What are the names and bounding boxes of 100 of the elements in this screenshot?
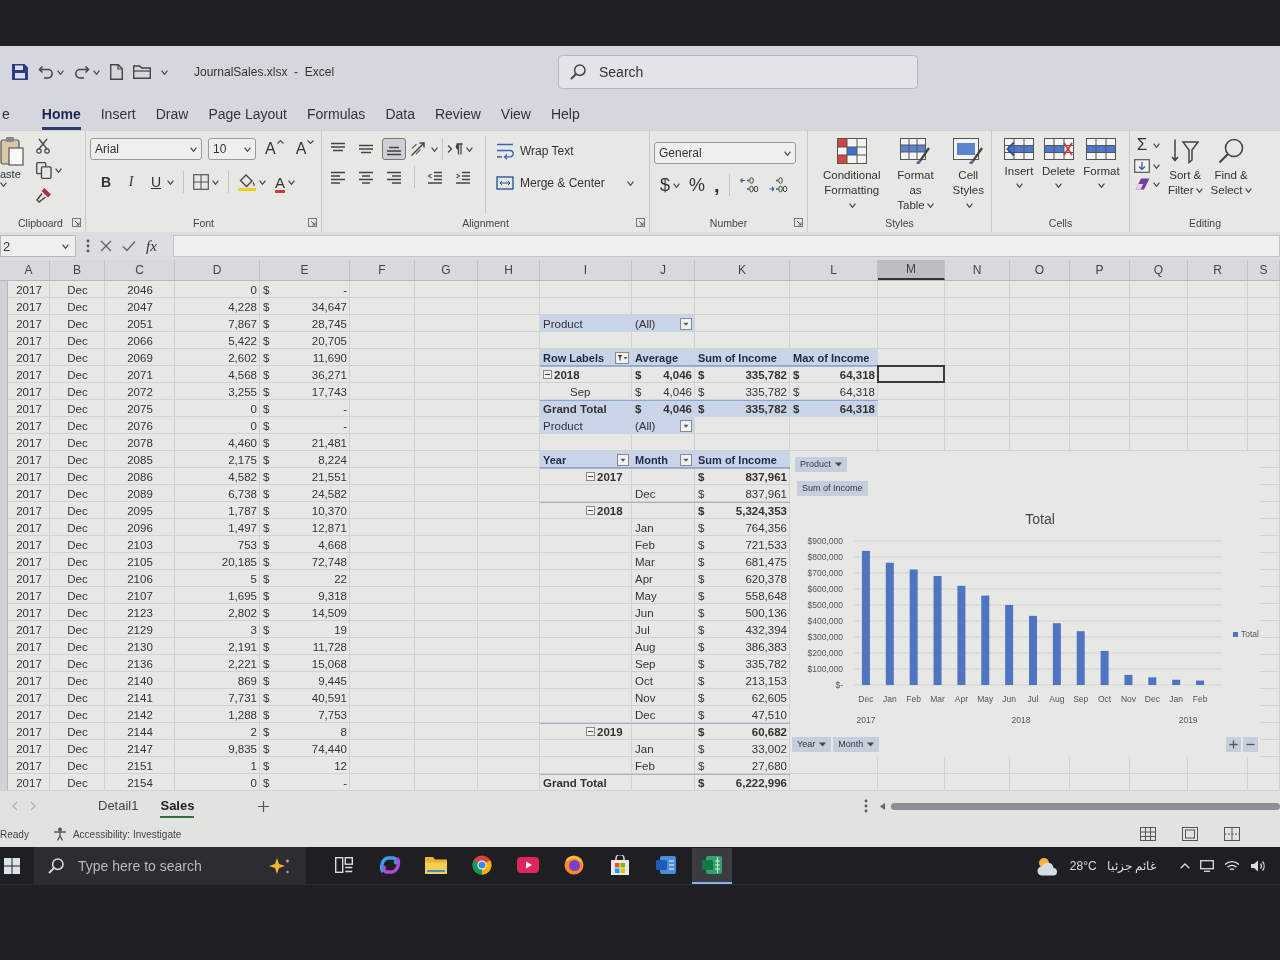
caret-icon[interactable] <box>190 146 197 152</box>
column-header[interactable]: G <box>415 260 478 280</box>
sheet-tab[interactable]: Detail1 <box>98 794 139 818</box>
orientation-icon[interactable] <box>410 141 428 157</box>
format-cells-icon[interactable] <box>1086 138 1117 160</box>
column-header[interactable]: B <box>50 260 105 280</box>
bottom-align-icon[interactable] <box>382 138 406 160</box>
round-logo-icon[interactable] <box>472 854 492 875</box>
axis-field-button[interactable]: Year <box>792 737 832 752</box>
more-icon[interactable] <box>86 239 90 253</box>
filter-field-button[interactable]: Product <box>795 457 848 472</box>
cell-styles-button[interactable]: Cell Styles <box>949 136 987 213</box>
document-icon[interactable] <box>110 64 123 80</box>
font-name-field[interactable]: Arial <box>90 138 202 160</box>
selected-cell[interactable] <box>877 365 945 383</box>
collapse-icon[interactable] <box>586 506 595 515</box>
caret-icon[interactable] <box>1097 183 1105 188</box>
taskbar-button[interactable] <box>692 847 732 884</box>
caret-icon[interactable] <box>57 69 64 75</box>
caret-icon[interactable] <box>161 69 168 75</box>
increase-indent-icon[interactable] <box>455 170 471 184</box>
shopping-bag-icon[interactable] <box>610 854 630 875</box>
format-button[interactable]: Format <box>1083 136 1120 188</box>
insert-function-button[interactable]: fx <box>146 237 157 255</box>
caret-icon[interactable] <box>1153 163 1160 169</box>
underline-button[interactable]: U <box>148 174 164 190</box>
align-left-icon[interactable] <box>330 170 346 184</box>
copy-icon[interactable] <box>36 162 52 179</box>
chevron-down-icon[interactable] <box>307 140 315 144</box>
increase-decimal-icon[interactable] <box>738 177 759 193</box>
currency-button[interactable]: $ <box>660 174 670 196</box>
dialog-launcher-icon[interactable] <box>794 218 803 227</box>
ribbon-tab[interactable]: Draw <box>155 100 189 130</box>
caret-icon[interactable] <box>93 69 100 75</box>
table-brush-icon[interactable] <box>900 138 931 164</box>
caret-icon[interactable] <box>1244 188 1252 194</box>
collapse-icon[interactable] <box>543 370 552 379</box>
column-header[interactable]: E <box>260 260 350 280</box>
more-icon[interactable] <box>864 799 868 813</box>
autosum-button[interactable]: Σ <box>1134 136 1150 154</box>
column-header[interactable]: J <box>632 260 695 280</box>
swirl-icon[interactable] <box>379 854 401 875</box>
column-header[interactable]: Q <box>1130 260 1188 280</box>
formula-field[interactable] <box>172 235 1280 257</box>
cloud-sun-icon[interactable] <box>1035 855 1060 876</box>
delete-cells-icon[interactable] <box>1043 138 1074 160</box>
play-icon[interactable] <box>517 856 539 873</box>
paintbrush-icon[interactable] <box>36 187 52 203</box>
search-icon[interactable] <box>48 857 64 874</box>
taskbar-search-field[interactable]: Type here to search <box>34 846 306 885</box>
dropdown-icon[interactable] <box>680 317 692 330</box>
caret-icon[interactable] <box>431 146 438 152</box>
merge-center-button[interactable]: Merge & Center <box>496 172 634 194</box>
funnel-icon[interactable] <box>1171 138 1200 164</box>
document-tile-icon[interactable] <box>656 854 676 875</box>
search-icon[interactable] <box>570 64 586 80</box>
format-as-table-button[interactable]: Format as Table <box>891 136 940 213</box>
folder-icon[interactable] <box>425 855 447 874</box>
caret-icon[interactable] <box>167 179 174 185</box>
align-right-icon[interactable] <box>386 170 402 184</box>
collapse-icon[interactable] <box>586 727 595 736</box>
search-icon[interactable] <box>1218 138 1245 164</box>
column-header[interactable]: N <box>945 260 1010 280</box>
decrease-decimal-icon[interactable] <box>767 177 788 193</box>
insert-button[interactable]: Insert <box>1004 136 1034 188</box>
dropdown-arrow-icon[interactable] <box>819 742 827 747</box>
plus-icon[interactable] <box>258 800 270 812</box>
ribbon-tab[interactable]: e <box>2 100 10 130</box>
page-break-icon[interactable] <box>1224 827 1240 841</box>
accessibility-icon[interactable] <box>52 827 67 841</box>
caret-icon[interactable] <box>1055 183 1063 188</box>
ribbon-tab[interactable]: View <box>500 100 531 130</box>
column-header[interactable]: R <box>1188 260 1248 280</box>
column-header[interactable]: C <box>105 260 175 280</box>
wrap-text-button[interactable]: Wrap Text <box>496 140 634 162</box>
caret-icon[interactable] <box>259 179 266 185</box>
grow-font-button[interactable]: A <box>262 140 287 158</box>
ribbon-tab[interactable]: Data <box>385 100 415 130</box>
normal-view-icon[interactable] <box>1140 827 1156 841</box>
number-format-field[interactable]: General <box>654 142 796 164</box>
caret-icon[interactable] <box>626 180 634 186</box>
ribbon-tab[interactable]: Review <box>434 100 481 130</box>
value-field-button[interactable]: Sum of Income <box>797 481 868 496</box>
caret-icon[interactable] <box>62 243 69 249</box>
insert-cells-icon[interactable] <box>1004 138 1034 160</box>
borders-icon[interactable] <box>193 174 209 190</box>
caret-icon[interactable] <box>673 182 680 188</box>
delete-button[interactable]: Delete <box>1042 136 1076 188</box>
caret-icon[interactable] <box>926 203 934 209</box>
caret-icon[interactable] <box>1015 183 1023 188</box>
dropdown-icon[interactable] <box>617 453 629 466</box>
undo-icon[interactable] <box>38 65 54 79</box>
column-header[interactable]: H <box>478 260 540 280</box>
bold-button[interactable]: B <box>98 174 114 190</box>
column-header[interactable]: F <box>350 260 415 280</box>
caret-icon[interactable] <box>1153 142 1160 148</box>
caret-icon[interactable] <box>55 168 62 173</box>
sparkle-icon[interactable] <box>268 856 290 875</box>
accessibility-status[interactable]: Accessibility: Investigate <box>72 828 182 840</box>
round-logo-icon[interactable] <box>564 854 584 875</box>
